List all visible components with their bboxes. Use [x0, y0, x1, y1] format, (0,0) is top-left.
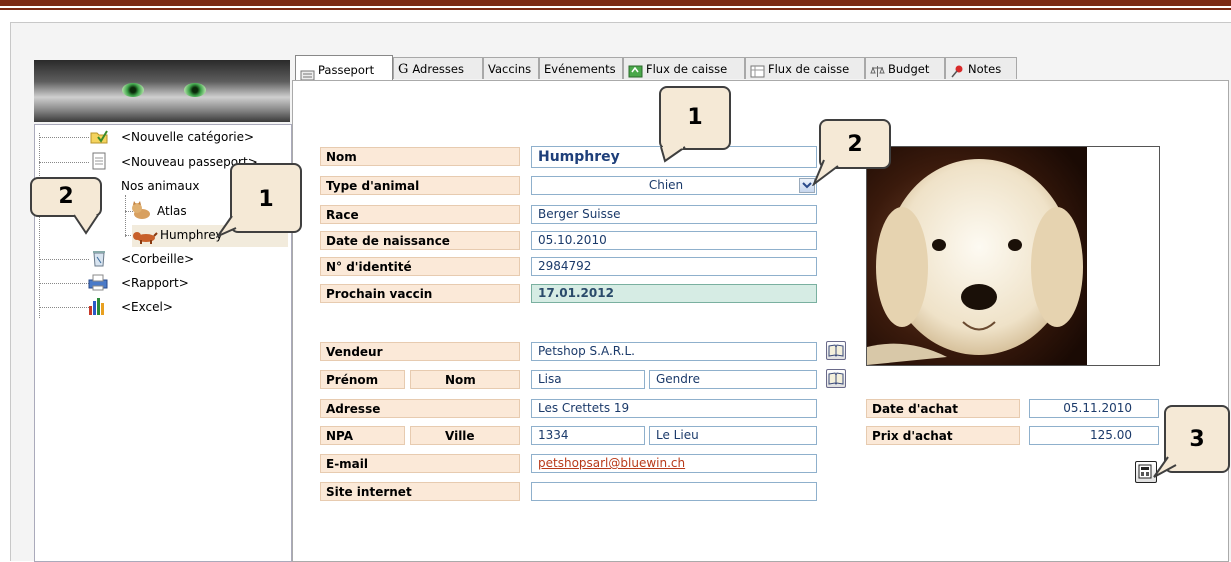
- excel-chart-icon: [87, 296, 109, 316]
- type-animal-label: Type d'animal: [320, 176, 520, 195]
- prix-achat-label: Prix d'achat: [866, 426, 1020, 445]
- callout-pointer: [812, 159, 839, 186]
- tab-flux-de-caisse-2[interactable]: Flux de caisse: [745, 57, 865, 79]
- callout-pointer: [660, 145, 686, 163]
- animal-photo[interactable]: [866, 146, 1160, 366]
- npa-field[interactable]: 1334: [531, 426, 645, 445]
- vendeur-label: Vendeur: [320, 342, 520, 361]
- ledger-icon: [750, 63, 765, 78]
- tree-item-report[interactable]: <Rapport>: [121, 273, 189, 293]
- tab-evenements[interactable]: Evénements: [539, 57, 623, 79]
- callout-pointer: [1153, 456, 1177, 478]
- vaccin-label: Prochain vaccin: [320, 284, 520, 303]
- callout-pointer: [216, 215, 237, 238]
- callout-pointer: [73, 213, 99, 235]
- cat-icon: [129, 200, 153, 220]
- naissance-label: Date de naissance: [320, 231, 520, 250]
- prochain-vaccin-field: 17.01.2012: [531, 284, 817, 303]
- tab-label: Passeport: [318, 63, 375, 77]
- adresse-label: Adresse: [320, 399, 520, 418]
- contact-book-button[interactable]: [826, 369, 846, 388]
- tab-label: Budget: [888, 62, 930, 76]
- site-field[interactable]: [531, 482, 817, 501]
- identite-label: N° d'identité: [320, 257, 520, 276]
- tree-item-excel[interactable]: <Excel>: [121, 297, 173, 317]
- cat-eyes-banner: [34, 60, 290, 122]
- prix-achat-field[interactable]: 125.00: [1029, 426, 1159, 445]
- callout-1-form: 1: [659, 86, 731, 150]
- naissance-field[interactable]: 05.10.2010: [531, 231, 817, 250]
- callout-2-tree: 2: [30, 177, 102, 217]
- folder-check-icon: [89, 127, 109, 145]
- tab-vaccins[interactable]: Vaccins: [483, 57, 539, 79]
- tab-label: Vaccins: [488, 62, 532, 76]
- adresse-field[interactable]: Les Crettets 19: [531, 399, 817, 418]
- npa-label: NPA: [320, 426, 405, 445]
- prenom-label: Prénom: [320, 370, 405, 389]
- document-top-rule: [0, 8, 1231, 10]
- book-icon: [828, 344, 844, 357]
- tree-item-atlas[interactable]: Atlas: [157, 201, 187, 221]
- email-link[interactable]: petshopsarl@bluewin.ch: [531, 454, 817, 473]
- tab-budget[interactable]: Budget: [865, 57, 945, 79]
- dog-icon: [132, 227, 158, 245]
- nom-label: Nom: [320, 147, 520, 166]
- address-book-button[interactable]: [826, 341, 846, 360]
- site-label: Site internet: [320, 482, 520, 501]
- identite-field[interactable]: 2984792: [531, 257, 817, 276]
- tree-item-our-animals[interactable]: Nos animaux: [121, 176, 199, 196]
- tab-label: Flux de caisse: [646, 62, 728, 76]
- race-label: Race: [320, 205, 520, 224]
- tab-label: Notes: [968, 62, 1002, 76]
- left-eye-icon: [122, 83, 144, 97]
- tree-item-label: Humphrey: [160, 228, 223, 242]
- g-letter-icon: G: [398, 62, 409, 77]
- date-achat-label: Date d'achat: [866, 399, 1020, 418]
- tab-label: Flux de caisse: [768, 62, 850, 76]
- callout-1-tree: 1: [230, 163, 302, 233]
- trash-icon: [89, 249, 109, 267]
- type-animal-value: Chien: [648, 178, 684, 192]
- race-field[interactable]: Berger Suisse: [531, 205, 817, 224]
- nom-contact-field[interactable]: Gendre: [649, 370, 817, 389]
- email-label: E-mail: [320, 454, 520, 473]
- document-icon: [89, 152, 109, 170]
- nom-contact-label: Nom: [410, 370, 520, 389]
- tab-notes[interactable]: Notes: [945, 57, 1017, 79]
- scale-icon: [870, 63, 885, 77]
- prenom-field[interactable]: Lisa: [531, 370, 645, 389]
- type-animal-select[interactable]: Chien: [531, 176, 817, 195]
- tab-label: Adresses: [412, 62, 464, 76]
- cash-flow-icon: [628, 63, 643, 78]
- passport-icon: [300, 64, 315, 81]
- tab-passeport[interactable]: Passeport: [295, 55, 393, 81]
- vendeur-field[interactable]: Petshop S.A.R.L.: [531, 342, 817, 361]
- ville-label: Ville: [410, 426, 520, 445]
- book-icon: [828, 372, 844, 385]
- right-eye-icon: [184, 83, 206, 97]
- pin-icon: [950, 63, 965, 78]
- document-top-bar: [0, 0, 1231, 6]
- tree-item-new-category[interactable]: <Nouvelle catégorie>: [121, 127, 254, 147]
- puppy-image: [867, 147, 1159, 365]
- tree-item-trash[interactable]: <Corbeille>: [121, 249, 194, 269]
- tab-label: Evénements: [544, 62, 616, 76]
- date-achat-field[interactable]: 05.11.2010: [1029, 399, 1159, 418]
- tab-flux-de-caisse[interactable]: Flux de caisse: [623, 57, 745, 79]
- printer-icon: [87, 273, 109, 291]
- tab-adresses[interactable]: G Adresses: [393, 57, 483, 79]
- ville-field[interactable]: Le Lieu: [649, 426, 817, 445]
